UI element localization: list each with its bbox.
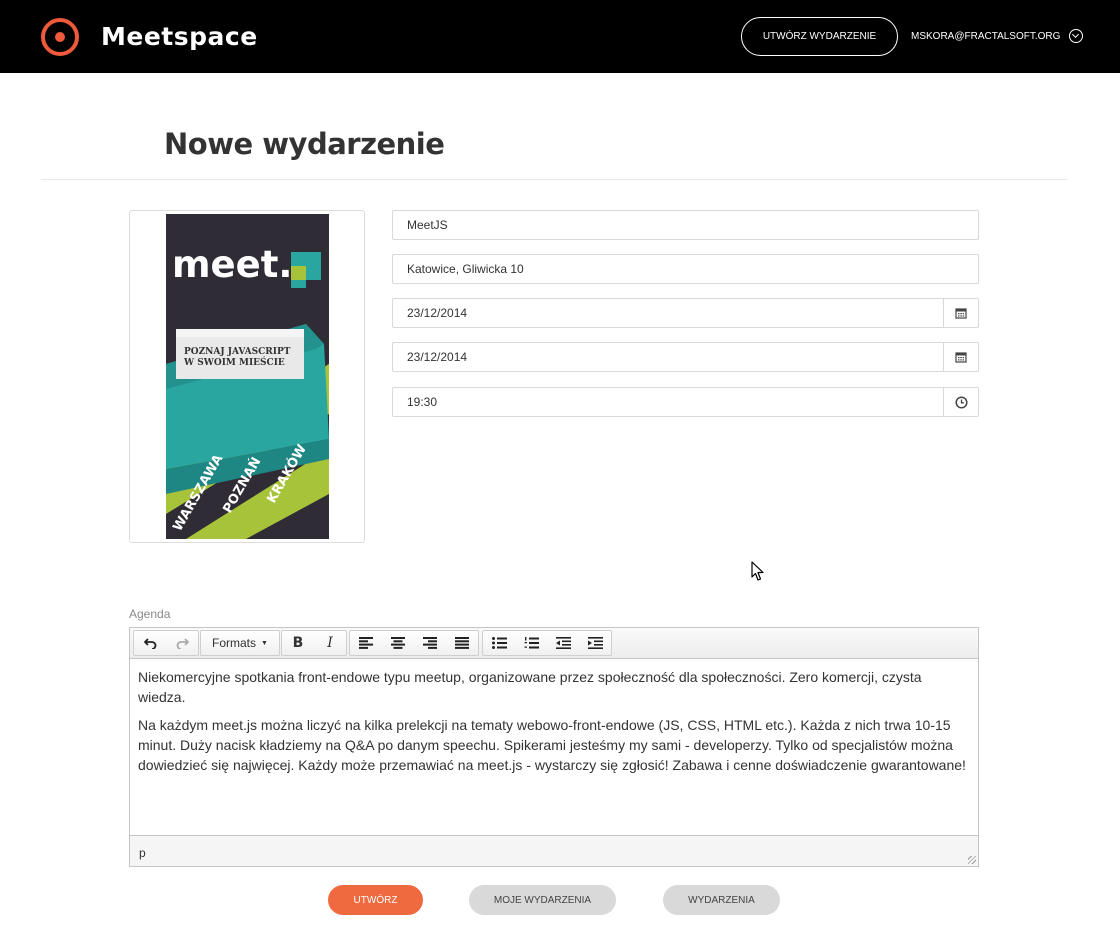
formats-label: Formats [212,636,257,650]
page-title: Nowe wydarzenie [164,127,445,161]
list-group [482,630,612,656]
outdent-icon[interactable] [547,631,579,655]
indent-icon[interactable] [579,631,611,655]
align-justify-icon[interactable] [446,631,478,655]
agenda-paragraph-1: Niekomercyjne spotkania front-endowe typ… [138,669,922,705]
undo-icon[interactable] [134,631,166,655]
bullet-list-icon[interactable] [483,631,515,655]
event-address-value: Katowice, Gliwicka 10 [407,262,524,276]
poster-logo-text: meet. [172,243,293,286]
align-center-icon[interactable] [382,631,414,655]
event-name-input[interactable]: MeetJS [392,210,979,240]
agenda-rich-text-editor[interactable]: Formats ▼ B I Niekomercyjne spotkania fr… [129,627,979,867]
events-button[interactable]: WYDARZENIA [663,885,780,915]
logo-dot [55,32,65,42]
editor-toolbar: Formats ▼ B I [130,628,978,659]
clock-icon[interactable] [943,388,978,416]
event-poster-image: meet. POZNAJ JAVASCRIPT W SWOIM MIEŚCIE … [166,214,329,539]
poster-tagline-2: W SWOIM MIEŚCIE [183,356,285,368]
element-path[interactable]: p [139,846,146,860]
mouse-pointer-icon [751,561,764,581]
alignment-group [349,630,479,656]
calendar-icon[interactable] [943,299,978,327]
event-image-frame[interactable]: meet. POZNAJ JAVASCRIPT W SWOIM MIEŚCIE … [129,210,365,543]
start-date-value: 23/12/2014 [407,306,468,320]
align-left-icon[interactable] [350,631,382,655]
poster-artwork: meet. POZNAJ JAVASCRIPT W SWOIM MIEŚCIE … [166,214,329,539]
my-events-button[interactable]: MOJE WYDARZENIA [469,885,616,915]
create-event-button[interactable]: UTWÓRZ WYDARZENIE [741,17,898,56]
align-right-icon[interactable] [414,631,446,655]
title-divider [41,179,1068,180]
history-group [133,630,199,656]
resize-handle-icon[interactable] [968,856,976,864]
agenda-label: Agenda [129,607,171,621]
end-date-value: 23/12/2014 [407,350,468,364]
poster-tagline-1: POZNAJ JAVASCRIPT [184,347,291,357]
formats-group: Formats ▼ [200,630,280,656]
editor-content-area[interactable]: Niekomercyjne spotkania front-endowe typ… [130,660,978,836]
top-navbar: Meetspace UTWÓRZ WYDARZENIE MSKORA@FRACT… [0,0,1120,73]
caret-down-icon: ▼ [261,639,268,647]
logo-icon[interactable] [41,18,79,56]
brand-name[interactable]: Meetspace [101,22,258,51]
italic-icon[interactable]: I [314,631,346,655]
bold-icon[interactable]: B [282,631,314,655]
time-value: 19:30 [407,395,438,409]
user-menu[interactable]: MSKORA@FRACTALSOFT.ORG [911,28,1084,44]
numbered-list-icon[interactable] [515,631,547,655]
calendar-icon[interactable] [943,343,978,371]
end-date-input[interactable]: 23/12/2014 [392,342,979,372]
create-button[interactable]: UTWÓRZ [328,885,423,915]
user-email: MSKORA@FRACTALSOFT.ORG [911,30,1061,42]
start-date-input[interactable]: 23/12/2014 [392,298,979,328]
formats-dropdown[interactable]: Formats ▼ [201,631,279,655]
time-input[interactable]: 19:30 [392,387,979,417]
text-style-group: B I [281,630,347,656]
chevron-down-icon [1069,29,1084,43]
editor-statusbar: p [130,835,978,866]
event-name-value: MeetJS [407,218,448,232]
event-address-input[interactable]: Katowice, Gliwicka 10 [392,254,979,284]
redo-icon[interactable] [166,631,198,655]
agenda-paragraph-2: Na każdym meet.js można liczyć na kilka … [138,717,966,773]
